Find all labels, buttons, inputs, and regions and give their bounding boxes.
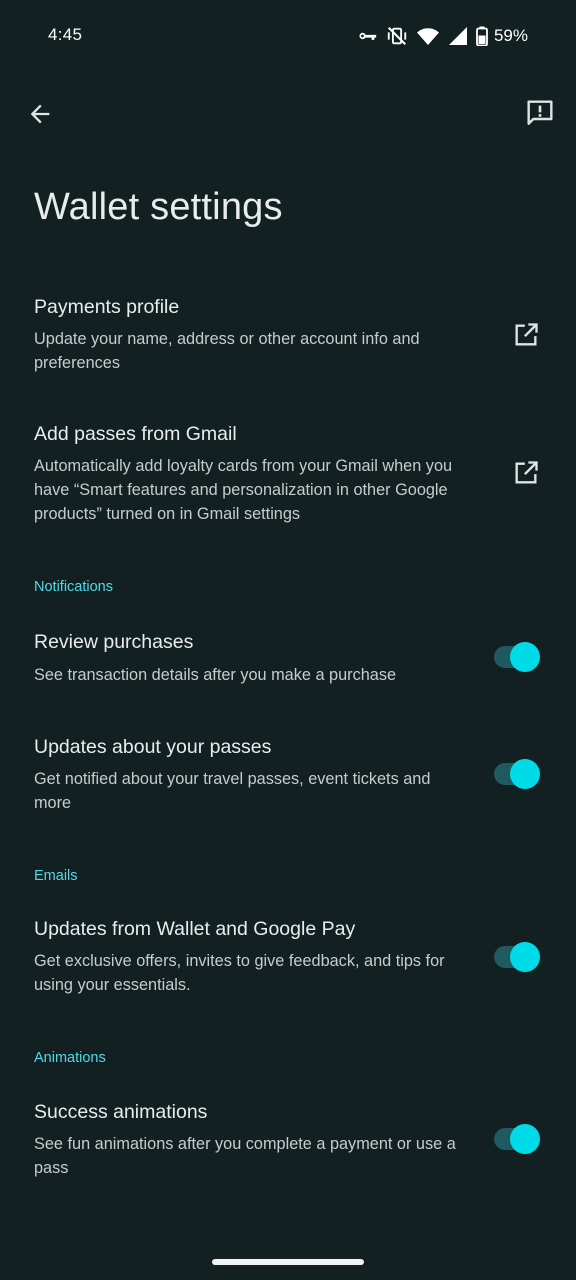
payments-profile-row[interactable]: Payments profile Update your name, addre…: [0, 290, 576, 390]
add-passes-gmail-description: Automatically add loyalty cards from you…: [34, 457, 453, 523]
success-animations-toggle[interactable]: [494, 1124, 540, 1154]
toggle-thumb: [510, 942, 540, 972]
success-animations-row[interactable]: Success animations See fun animations af…: [0, 1095, 576, 1195]
battery-percent: 59%: [493, 26, 528, 45]
add-passes-gmail-title: Add passes from Gmail: [34, 423, 237, 445]
updates-passes-row[interactable]: Updates about your passes Get notified a…: [0, 730, 576, 830]
battery-icon: [476, 26, 488, 46]
gesture-nav-handle[interactable]: [212, 1259, 364, 1265]
back-button[interactable]: [14, 90, 66, 142]
review-purchases-description: See transaction details after you make a…: [34, 666, 397, 684]
updates-passes-toggle[interactable]: [494, 759, 540, 789]
payments-profile-description: Update your name, address or other accou…: [34, 330, 420, 372]
status-time: 4:45: [48, 25, 83, 44]
success-animations-description: See fun animations after you complete a …: [34, 1135, 456, 1177]
app-bar: [0, 86, 576, 146]
animations-section-header: Animations: [34, 1050, 106, 1066]
success-animations-title: Success animations: [34, 1101, 208, 1123]
review-purchases-title: Review purchases: [34, 631, 194, 653]
wallet-updates-title: Updates from Wallet and Google Pay: [34, 918, 356, 940]
page-title: Wallet settings: [34, 186, 283, 228]
open-in-new-icon[interactable]: [510, 457, 542, 489]
notifications-section-header: Notifications: [34, 579, 113, 595]
review-purchases-toggle[interactable]: [494, 642, 540, 672]
feedback-button[interactable]: [514, 89, 566, 141]
wallet-updates-description: Get exclusive offers, invites to give fe…: [34, 952, 445, 994]
add-passes-gmail-row[interactable]: Add passes from Gmail Automatically add …: [0, 417, 576, 537]
feedback-icon: [524, 97, 556, 134]
updates-passes-description: Get notified about your travel passes, e…: [34, 770, 431, 812]
wallet-updates-toggle[interactable]: [494, 942, 540, 972]
vpn-key-icon: [356, 25, 378, 47]
toggle-thumb: [510, 759, 540, 789]
emails-section-header: Emails: [34, 868, 78, 884]
status-icons: 59%: [356, 22, 528, 50]
toggle-thumb: [510, 642, 540, 672]
updates-passes-title: Updates about your passes: [34, 736, 272, 758]
review-purchases-row[interactable]: Review purchases See transaction details…: [0, 625, 576, 705]
status-bar: 4:45 59%: [0, 0, 576, 72]
wallet-updates-row[interactable]: Updates from Wallet and Google Pay Get e…: [0, 912, 576, 1012]
toggle-thumb: [510, 1124, 540, 1154]
open-in-new-icon[interactable]: [510, 319, 542, 351]
cell-signal-icon: [448, 26, 468, 46]
arrow-back-icon: [26, 100, 54, 133]
payments-profile-title: Payments profile: [34, 296, 180, 318]
vibrate-off-icon: [386, 25, 408, 47]
wifi-icon: [416, 25, 440, 47]
